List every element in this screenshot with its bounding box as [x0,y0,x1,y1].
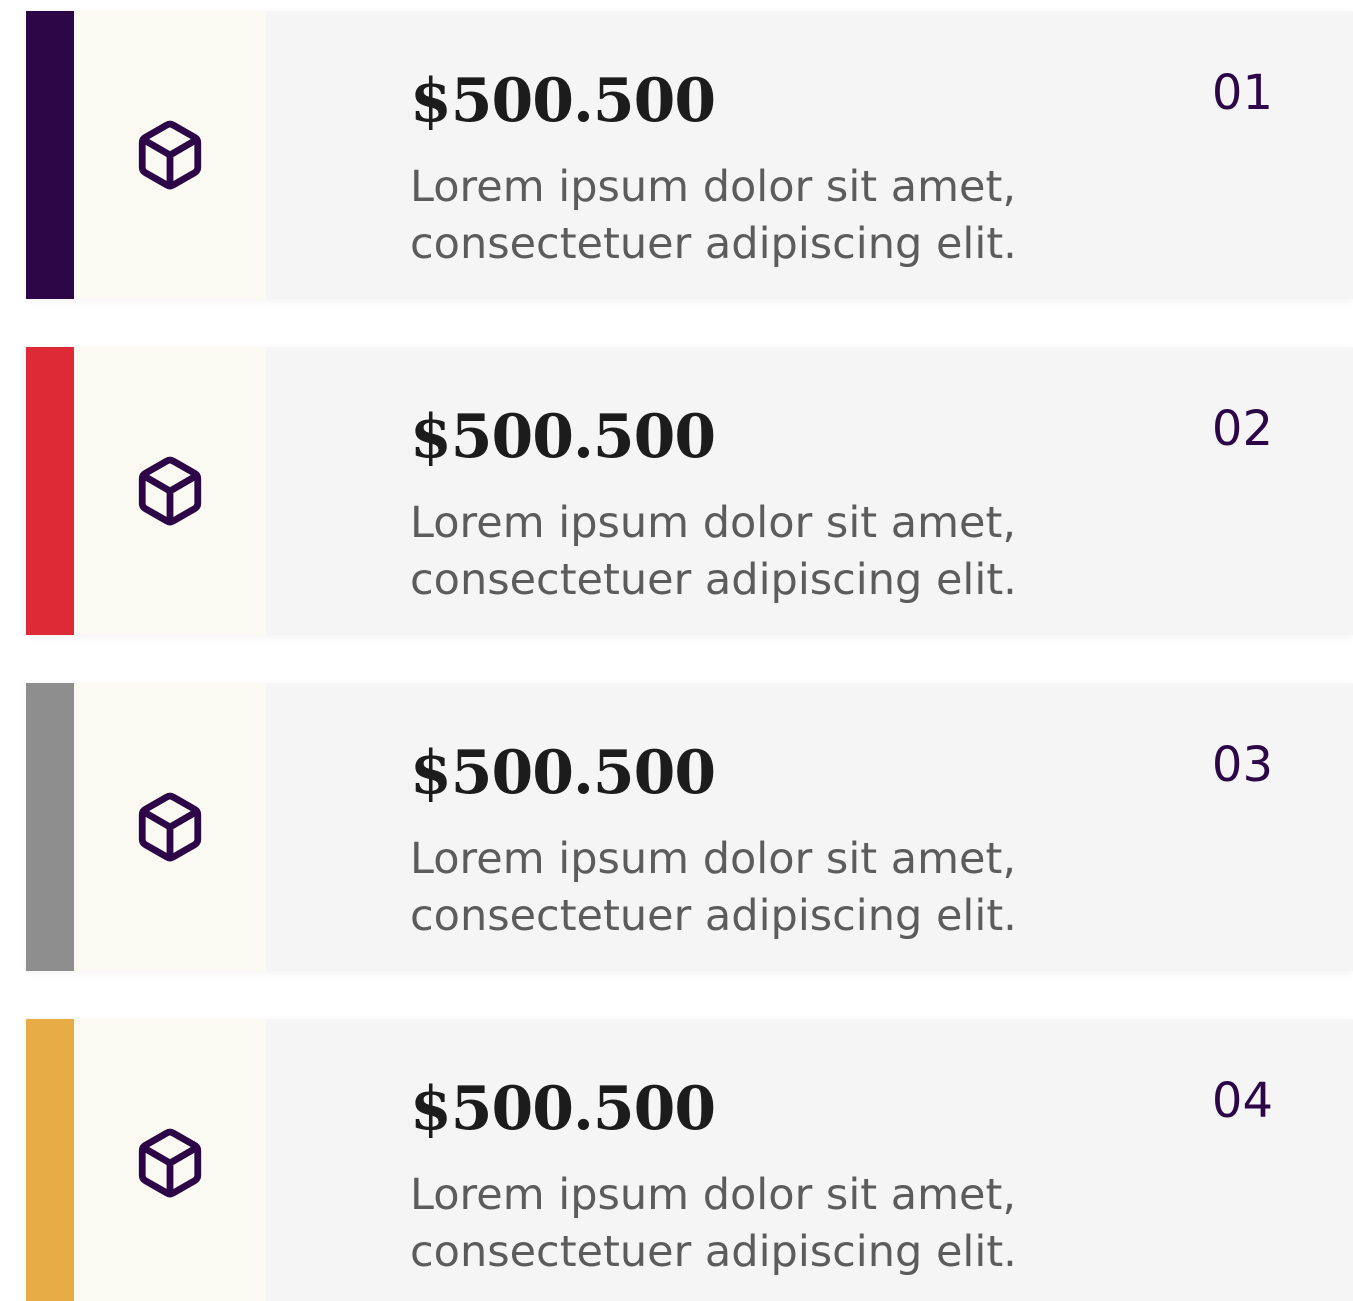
cube-icon [138,792,202,862]
cube-icon [138,120,202,190]
stat-card: $500.500 Lorem ipsum dolor sit amet, con… [26,1019,1353,1301]
accent-bar [26,11,74,299]
description-line: Lorem ipsum dolor sit amet, [410,1170,1017,1220]
description-line: consectetuer adipiscing elit. [410,555,1017,605]
icon-panel [74,347,266,635]
stat-number: 01 [1211,65,1273,121]
description-line: consectetuer adipiscing elit. [410,1227,1017,1277]
description-line: consectetuer adipiscing elit. [410,891,1017,941]
stat-description: Lorem ipsum dolor sit amet, consectetuer… [410,1167,1170,1281]
stat-card: $500.500 Lorem ipsum dolor sit amet, con… [26,11,1353,299]
accent-bar [26,347,74,635]
stat-number: 03 [1211,737,1273,793]
description-line: Lorem ipsum dolor sit amet, [410,834,1017,884]
stat-content: $500.500 Lorem ipsum dolor sit amet, con… [410,63,1170,273]
stat-description: Lorem ipsum dolor sit amet, consectetuer… [410,495,1170,609]
accent-bar [26,683,74,971]
stat-number: 04 [1211,1073,1273,1129]
cube-icon [138,1128,202,1198]
stat-description: Lorem ipsum dolor sit amet, consectetuer… [410,831,1170,945]
stat-content: $500.500 Lorem ipsum dolor sit amet, con… [410,399,1170,609]
stats-list: $500.500 Lorem ipsum dolor sit amet, con… [0,0,1353,1301]
stat-amount: $500.500 [410,738,716,808]
stat-content: $500.500 Lorem ipsum dolor sit amet, con… [410,735,1170,945]
cube-icon [138,456,202,526]
stat-card: $500.500 Lorem ipsum dolor sit amet, con… [26,683,1353,971]
stat-amount: $500.500 [410,66,716,136]
icon-panel [74,1019,266,1301]
stat-amount: $500.500 [410,402,716,472]
description-line: consectetuer adipiscing elit. [410,219,1017,269]
icon-panel [74,11,266,299]
stat-amount: $500.500 [410,1074,716,1144]
description-line: Lorem ipsum dolor sit amet, [410,162,1017,212]
stat-description: Lorem ipsum dolor sit amet, consectetuer… [410,159,1170,273]
accent-bar [26,1019,74,1301]
stat-card: $500.500 Lorem ipsum dolor sit amet, con… [26,347,1353,635]
stat-content: $500.500 Lorem ipsum dolor sit amet, con… [410,1071,1170,1281]
description-line: Lorem ipsum dolor sit amet, [410,498,1017,548]
stat-number: 02 [1211,401,1273,457]
icon-panel [74,683,266,971]
